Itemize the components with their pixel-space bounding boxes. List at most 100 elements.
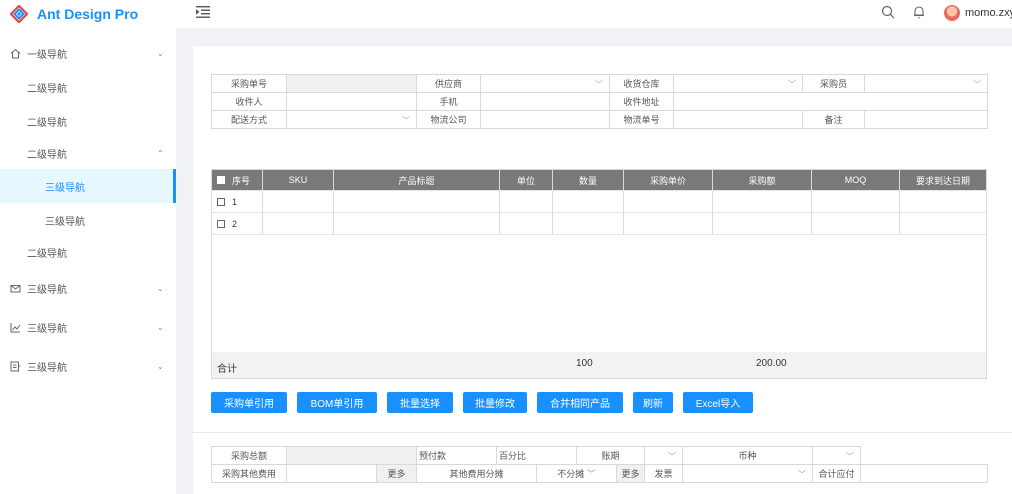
table-row[interactable]: 2 [212,212,986,234]
invoice-select[interactable]: ﹀ [682,464,814,483]
select-all-checkbox[interactable] [217,176,225,184]
sidebar: 一级导航 ⌄ 二级导航 二级导航 二级导航 ⌃ 三级导航 三级导航 二级导航 三… [0,28,176,494]
sidebar-item-level3-active[interactable]: 三级导航 [0,169,176,203]
logistics-company-input[interactable] [480,110,610,129]
period-select[interactable]: ﹀ [644,446,684,465]
chevron-down-icon: ⌄ [157,322,164,332]
user-name[interactable]: momo.zxy [965,7,1012,19]
batch-select-button[interactable]: 批量选择 [387,392,453,413]
order-form: 采购单号 供应商 ﹀ 收货仓库 ﹀ 采购员 ﹀ 收件人 手机 收件地址 配送方式… [211,74,988,129]
supplier-select[interactable]: ﹀ [480,74,610,93]
row-number: 1 [232,196,238,207]
row-checkbox[interactable] [217,197,225,206]
row-checkbox[interactable] [217,219,225,228]
sidebar-item-level3[interactable]: 三级导航 [0,203,176,237]
cell[interactable] [812,213,900,234]
sidebar-item-form[interactable]: 三级导航 ⌄ [0,349,176,383]
sidebar-item-label: 二级导航 [27,83,67,95]
excel-import-button[interactable]: Excel导入 [683,392,753,413]
note-input[interactable] [864,110,988,129]
purchase-ref-button[interactable]: 采购单引用 [211,392,287,413]
sidebar-item-label: 二级导航 [27,248,67,260]
menu-fold-icon[interactable] [196,6,210,18]
batch-edit-button[interactable]: 批量修改 [463,392,527,413]
invoice-label: 发票 [644,464,684,483]
merge-products-button[interactable]: 合并相同产品 [537,392,623,413]
top-header: Ant Design Pro momo.zxy [0,0,1012,28]
sidebar-item-level2[interactable]: 二级导航 [0,104,176,138]
brand-logo[interactable]: Ant Design Pro [10,0,138,28]
sidebar-item-level2-open[interactable]: 二级导航 ⌃ [0,136,176,170]
col-title: 产品标题 [334,170,500,190]
phone-label: 手机 [416,92,481,111]
cell[interactable] [334,213,500,234]
cell[interactable] [624,191,713,212]
sidebar-item-label: 一级导航 [27,49,67,61]
chevron-down-icon: ﹀ [846,452,855,461]
bell-icon[interactable] [912,5,926,19]
chevron-down-icon: ﹀ [668,452,677,461]
more-button[interactable]: 更多 [376,464,417,483]
purchase-no-label: 采购单号 [211,74,287,93]
cell[interactable] [812,191,900,212]
buyer-label: 采购员 [802,74,865,93]
cell[interactable] [500,191,553,212]
cell[interactable] [553,191,624,212]
buyer-select[interactable]: ﹀ [864,74,988,93]
logistics-company-label: 物流公司 [416,110,481,129]
form-icon [10,361,21,371]
mail-icon [10,284,21,292]
qty-total: 100 [576,358,593,369]
sidebar-item-label: 二级导航 [27,117,67,129]
cell[interactable] [713,191,812,212]
avatar[interactable] [944,5,960,21]
home-icon [10,48,21,58]
col-sku: SKU [263,170,334,190]
phone-input[interactable] [480,92,610,111]
bom-ref-button[interactable]: BOM单引用 [297,392,377,413]
cell[interactable] [900,191,986,212]
col-unit: 单位 [500,170,553,190]
section-divider [193,432,1012,433]
other-fee-input[interactable] [286,464,377,483]
cell[interactable] [900,213,986,234]
table-row[interactable]: 1 [212,190,986,212]
col-moq: MOQ [812,170,900,190]
address-input[interactable] [673,92,988,111]
chevron-up-icon: ⌃ [157,148,164,158]
supplier-label: 供应商 [416,74,481,93]
currency-select[interactable]: ﹀ [812,446,862,465]
allocation-select[interactable]: 不分摊 ﹀ [535,464,618,483]
shipping-select[interactable]: ﹀ [286,110,417,129]
col-qty: 数量 [553,170,624,190]
amount-total: 200.00 [756,358,787,369]
cell[interactable] [624,213,713,234]
cell[interactable] [713,213,812,234]
warehouse-select[interactable]: ﹀ [673,74,803,93]
cell[interactable] [553,213,624,234]
sidebar-item-mail[interactable]: 三级导航 ⌄ [0,271,176,305]
total-amount-label: 采购总额 [211,446,287,465]
sidebar-item-level1[interactable]: 一级导航 ⌄ [0,36,176,70]
grid-header: 序号 SKU 产品标题 单位 数量 采购单价 采购额 MOQ 要求到达日期 [212,170,986,190]
receiver-input[interactable] [286,92,417,111]
sidebar-item-level2[interactable]: 二级导航 [0,70,176,104]
chevron-down-icon: ﹀ [586,469,596,479]
sidebar-item-label: 二级导航 [27,149,67,161]
more-button-2[interactable]: 更多 [616,464,646,483]
chevron-down-icon: ⌄ [157,48,164,58]
sidebar-item-chart[interactable]: 三级导航 ⌄ [0,310,176,344]
percent-label: 百分比 [495,446,578,465]
cell[interactable] [263,213,334,234]
sidebar-item-label: 三级导航 [27,323,67,335]
sidebar-item-level2[interactable]: 二级导航 [0,235,176,269]
cell[interactable] [334,191,500,212]
tracking-no-input[interactable] [673,110,803,129]
cell[interactable] [263,191,334,212]
search-icon[interactable] [881,5,895,19]
payable-field [860,464,989,483]
cell[interactable] [500,213,553,234]
refresh-button[interactable]: 刷新 [633,392,673,413]
row-index-cell: 2 [212,213,263,234]
period-label: 账期 [576,446,646,465]
